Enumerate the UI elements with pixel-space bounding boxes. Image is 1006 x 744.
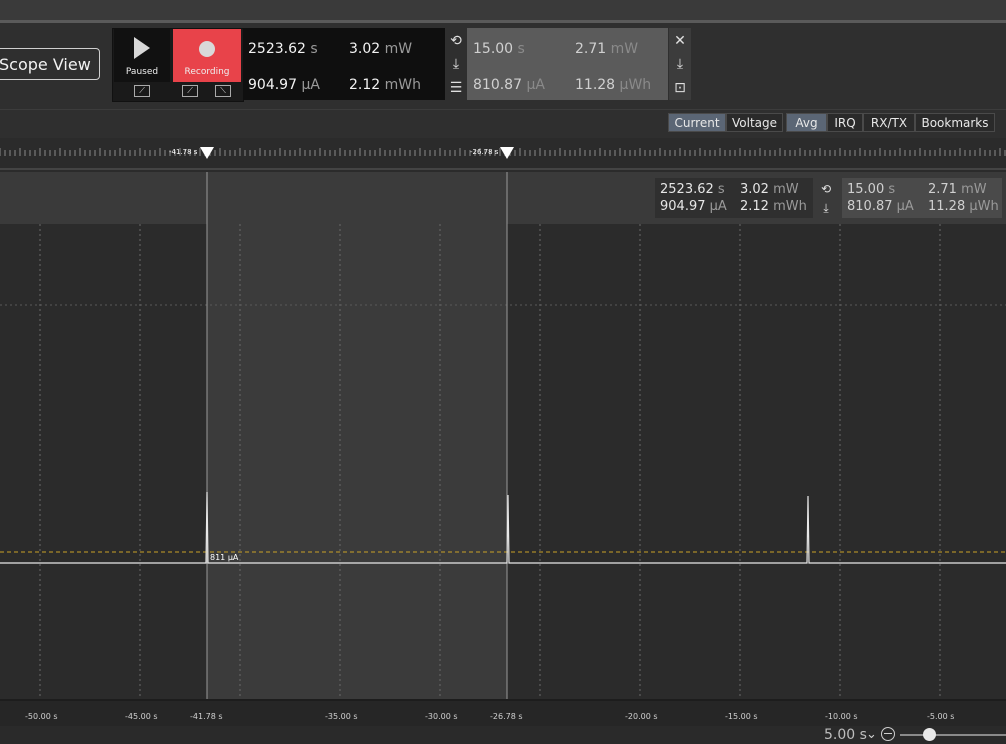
zoom-value: 5.00 s bbox=[824, 727, 867, 743]
zoom-out-icon[interactable] bbox=[881, 727, 895, 741]
zoom-slider-thumb[interactable] bbox=[923, 728, 936, 741]
zoom-slider-track[interactable] bbox=[900, 734, 1006, 736]
x-tick-label: -45.00 s bbox=[125, 712, 158, 721]
tab-avg[interactable]: Avg bbox=[786, 113, 827, 132]
x-tick-label: -41.78 s bbox=[190, 712, 223, 721]
x-tick-label: -35.00 s bbox=[325, 712, 358, 721]
overlay-sel-time: 15.00 s bbox=[847, 182, 896, 197]
x-tick-label: -50.00 s bbox=[25, 712, 58, 721]
left-marker-label: -41.78 s bbox=[169, 148, 198, 156]
overlay-energy-value: 2.12 mWh bbox=[740, 199, 807, 214]
selection-power-value: 2.71 mW bbox=[575, 41, 639, 57]
right-marker-label: -26.78 s bbox=[470, 148, 499, 156]
chevron-down-icon[interactable]: ⌄ bbox=[866, 727, 877, 742]
x-tick-label: -26.78 s bbox=[490, 712, 523, 721]
x-tick-label: -20.00 s bbox=[625, 712, 658, 721]
zoom-to-selection-icon[interactable]: ⊡ bbox=[669, 77, 691, 99]
export-icon[interactable]: ⤓ bbox=[445, 53, 467, 75]
recording-label: Recording bbox=[184, 67, 230, 77]
reset-icon[interactable]: ⟲ bbox=[445, 30, 467, 52]
selection-time-value: 15.00 s bbox=[473, 41, 525, 57]
x-tick-label: -30.00 s bbox=[425, 712, 458, 721]
selection-energy-value: 11.28 µWh bbox=[575, 77, 652, 93]
overlay-sel-energy: 11.28 µWh bbox=[928, 199, 999, 214]
trigger-falling-icon[interactable]: ⟍ bbox=[215, 85, 231, 97]
tab-current[interactable]: Current bbox=[668, 113, 726, 132]
current-value: 904.97 µA bbox=[248, 77, 320, 93]
power-value: 3.02 mW bbox=[349, 41, 413, 57]
level-label: 811 µA bbox=[210, 553, 239, 562]
overlay-sel-current: 810.87 µA bbox=[847, 199, 914, 214]
window-top-strip bbox=[0, 0, 1006, 20]
energy-value: 2.12 mWh bbox=[349, 77, 421, 93]
export-icon[interactable]: ⤓ bbox=[669, 53, 691, 75]
overlay-time-value: 2523.62 s bbox=[660, 182, 725, 197]
paused-label: Paused bbox=[125, 67, 159, 77]
list-icon[interactable]: ☰ bbox=[445, 77, 467, 99]
overlay-current-value: 904.97 µA bbox=[660, 199, 727, 214]
play-icon bbox=[134, 37, 150, 59]
x-tick-label: -5.00 s bbox=[927, 712, 955, 721]
trigger-rising-icon[interactable]: ⟋ bbox=[134, 85, 150, 97]
tab-bookmarks[interactable]: Bookmarks bbox=[915, 113, 995, 132]
tab-voltage[interactable]: Voltage bbox=[726, 113, 783, 132]
time-value: 2523.62 s bbox=[248, 41, 318, 57]
plot-svg bbox=[0, 172, 1006, 699]
left-marker-handle[interactable] bbox=[200, 147, 214, 159]
overlay-power-value: 3.02 mW bbox=[740, 182, 799, 197]
x-tick-label: -10.00 s bbox=[825, 712, 858, 721]
tab-rxtx[interactable]: RX/TX bbox=[863, 113, 915, 132]
x-tick-label: -15.00 s bbox=[725, 712, 758, 721]
record-icon bbox=[199, 41, 215, 57]
scope-view-button[interactable]: Scope View bbox=[0, 48, 100, 80]
tab-irq[interactable]: IRQ bbox=[827, 113, 863, 132]
selection-current-value: 810.87 µA bbox=[473, 77, 545, 93]
overlay-sel-power: 2.71 mW bbox=[928, 182, 987, 197]
close-icon[interactable]: ✕ bbox=[669, 30, 691, 52]
right-marker-handle[interactable] bbox=[500, 147, 514, 159]
overlay-export-icon[interactable]: ⤓ bbox=[815, 197, 837, 219]
trigger-rising-icon[interactable]: ⟋ bbox=[182, 85, 198, 97]
